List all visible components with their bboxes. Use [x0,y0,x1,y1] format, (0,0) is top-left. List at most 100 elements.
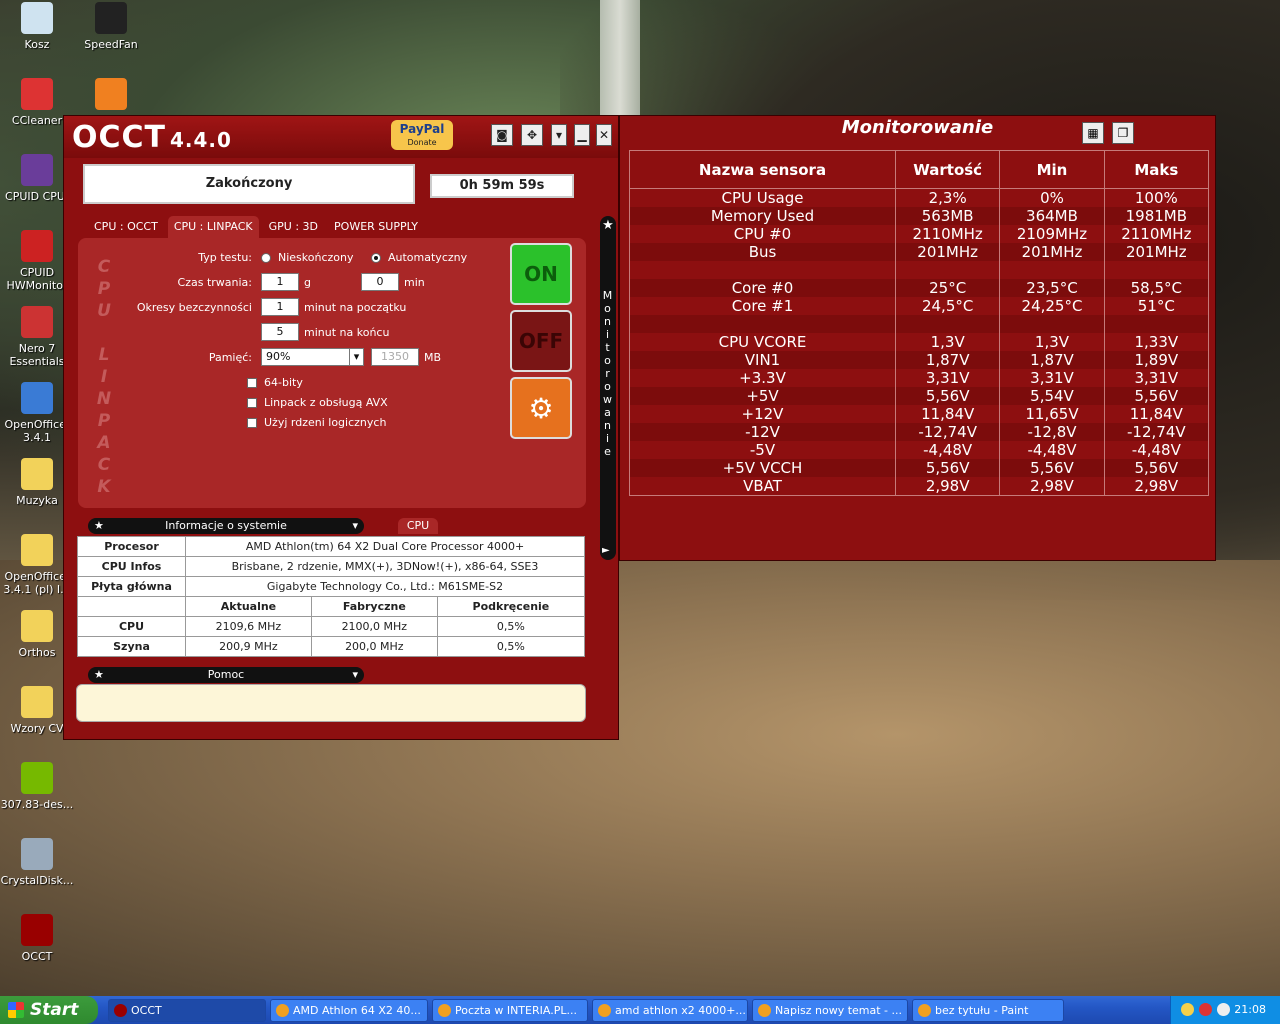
sensor-cell: 5,54V [999,387,1105,405]
taskbar-button[interactable]: AMD Athlon 64 X2 40... [270,999,428,1022]
folder-icon [21,686,53,718]
sensor-cell: 2,3% [894,188,1001,207]
taskbar-button-label: amd athlon x2 4000+... [615,1004,746,1017]
vertical-letter: L [98,345,110,365]
desktop-icon[interactable]: 307.83-des... [0,762,74,811]
duration-minutes-input[interactable]: 0 [361,273,399,291]
idle-start-input[interactable]: 1 [261,298,299,316]
sensor-cell: 1,3V [894,333,1001,351]
desktop-icon-label: OCCT [21,950,53,963]
tray-icon[interactable] [1199,1003,1212,1016]
radio-infinite-label: Nieskończony [278,251,354,264]
sensor-cell: 201MHz [1103,243,1210,261]
paypal-donate-button[interactable]: PayPal Donate [391,120,453,150]
sensor-cell: 563MB [894,207,1001,225]
close-icon[interactable]: ✕ [596,124,612,146]
move-icon[interactable]: ✥ [521,124,543,146]
header-min: Min [999,150,1105,189]
taskbar-button[interactable]: OCCT [108,999,266,1022]
avast-icon [95,78,127,110]
checkbox-avx[interactable] [247,398,257,408]
idle-start-unit: minut na początku [304,301,407,314]
sensor-cell: 58,5°C [1103,279,1210,297]
radio-automatic[interactable] [371,253,381,263]
sensor-cell: 364MB [999,207,1105,225]
duration-hours-input[interactable]: 1 [261,273,299,291]
folder-icon [21,534,53,566]
desktop-icon[interactable] [74,78,148,114]
header-value: Wartość [894,150,1001,189]
vertical-letter: K [97,477,111,497]
tab-gpu-3d[interactable]: GPU : 3D [263,216,324,238]
taskbar-button[interactable]: bez tytułu - Paint [912,999,1064,1022]
star-icon: ★ [94,519,104,532]
sensor-cell: 11,84V [894,405,1001,423]
occt-titlebar[interactable]: OCCT 4.4.0 PayPal Donate ◙ ✥ ▾ ▁ ✕ [64,116,618,158]
monitoring-side-strip[interactable]: ★ Monitorowanie ► [600,216,616,560]
desktop-icon[interactable]: OCCT [0,914,74,963]
sensor-cell: -12,74V [894,423,1001,441]
clock[interactable]: 21:08 [1234,1003,1266,1016]
sensor-cell: +12V [629,405,896,423]
sensor-cell [629,261,896,279]
duration-label: Czas trwania: [177,276,252,289]
sensor-cell: 2110MHz [894,225,1001,243]
tab-cpu-occt[interactable]: CPU : OCCT [88,216,164,238]
cpuz-icon [21,154,53,186]
radio-infinite[interactable] [261,253,271,263]
vertical-letter: P [97,279,111,299]
restore-icon[interactable]: ❐ [1112,122,1134,144]
fan-icon [95,2,127,34]
dropdown-icon[interactable]: ▾ [551,124,567,146]
desktop-icon[interactable]: Kosz [0,2,74,51]
tab-cpu-info[interactable]: CPU [398,518,438,534]
sensor-cell [1103,261,1210,279]
taskbar-button-label: Poczta w INTERIA.PL... [455,1004,577,1017]
off-button[interactable]: OFF [510,310,572,372]
sensor-cell: 23,5°C [999,279,1105,297]
test-tabs: CPU : OCCT CPU : LINPACK GPU : 3D POWER … [88,216,424,238]
tray-icon[interactable] [1181,1003,1194,1016]
screenshot-icon[interactable]: ◙ [491,124,513,146]
minimize-icon[interactable]: ▁ [574,124,590,146]
sensor-cell: 5,56V [1103,387,1210,405]
taskbar-button[interactable]: amd athlon x2 4000+... [592,999,748,1022]
freq-cell: CPU [77,616,186,637]
taskbar-button[interactable]: Poczta w INTERIA.PL... [432,999,588,1022]
checkbox-logical-cores[interactable] [247,418,257,428]
sensor-cell: Core #0 [629,279,896,297]
memory-select[interactable]: 90% ▾ [261,348,364,366]
help-header[interactable]: ★ Pomoc ▾ [88,667,364,683]
app-icon [114,1004,127,1017]
on-button[interactable]: ON [510,243,572,305]
folder-icon [21,610,53,642]
gear-icon: ⚙ [528,391,554,425]
nvidia-icon [21,762,53,794]
recycle-bin-icon [21,2,53,34]
sensor-row [629,315,1210,333]
sensor-cell: 3,31V [894,369,1001,387]
tab-power-supply[interactable]: POWER SUPPLY [328,216,424,238]
freq-header-blank [77,596,186,617]
sensor-cell: -4,48V [999,441,1105,459]
sensor-cell: 1,3V [999,333,1105,351]
checkbox-64bit[interactable] [247,378,257,388]
tab-cpu-linpack[interactable]: CPU : LINPACK [167,216,259,238]
desktop-icon[interactable]: CrystalDisk... [0,838,74,887]
vertical-letter: I [100,367,108,387]
processor-label: Procesor [77,536,186,557]
arrow-right-icon[interactable]: ► [602,545,610,556]
sensor-cell: 5,56V [894,459,1001,477]
idle-end-input[interactable]: 5 [261,323,299,341]
desktop-icon[interactable]: SpeedFan [74,2,148,51]
cpu-infos-label: CPU Infos [77,556,186,577]
sensor-cell [894,261,1001,279]
tray-icon[interactable] [1217,1003,1230,1016]
taskbar-button[interactable]: Napisz nowy temat - ... [752,999,908,1022]
sysinfo-header[interactable]: ★ Informacje o systemie ▾ [88,518,364,534]
settings-gear-button[interactable]: ⚙ [510,377,572,439]
app-icon [276,1004,289,1017]
start-button[interactable]: Start [0,996,98,1024]
calculator-icon[interactable]: ▦ [1082,122,1104,144]
sensor-cell: 5,56V [999,459,1105,477]
